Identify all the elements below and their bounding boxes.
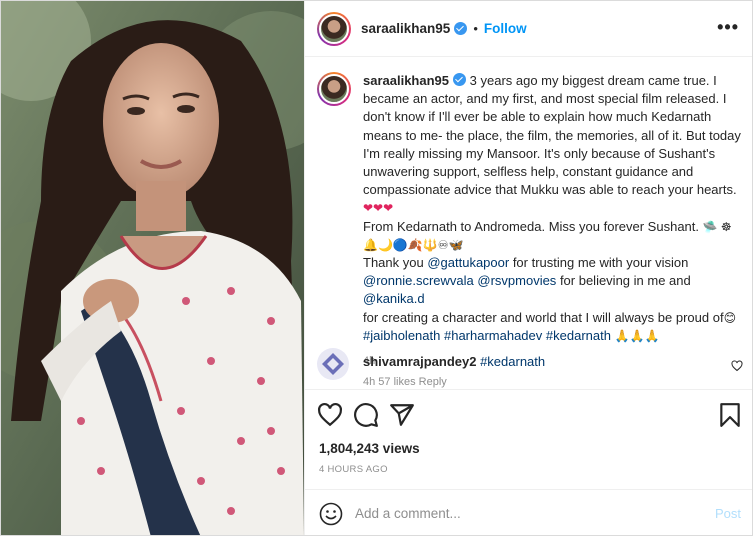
verified-icon [453,73,467,86]
hashtag-kedarnath[interactable]: #kedarnath [546,328,611,343]
caption-thanks: Thank you [363,255,424,271]
pray-emoji: 🙏🙏🙏 [614,328,660,343]
smile-icon[interactable] [319,502,343,526]
post-video-frame [1,1,304,535]
post-time[interactable]: 4 HOURS AGO [319,464,388,475]
view-count[interactable]: 1,804,243 views [319,441,420,456]
like-icon[interactable] [317,402,343,428]
author-username[interactable]: saraalikhan95 [361,21,450,36]
caption-username[interactable]: saraalikhan95 [363,73,449,88]
comment-text: shivamrajpandey2 #kedarnath [363,354,545,369]
comments-section[interactable]: saraalikhan95 3 years ago my biggest dre… [305,58,752,388]
heart-emoji: ❤❤❤ [363,201,394,216]
caption-paragraph-2: From Kedarnath to Andromeda. Miss you fo… [363,218,700,234]
comment-icon[interactable] [353,402,379,428]
comment-input[interactable] [355,500,675,526]
caption-text-believing: for believing in me and [559,273,691,289]
verified-icon [454,22,468,35]
hashtag-kedarnath-comment[interactable]: #kedarnath [480,354,545,369]
commenter-username[interactable]: shivamrajpandey2 [363,354,476,369]
caption-text-proud: for creating a character and world that … [363,309,724,325]
mention-kanika-d[interactable]: @kanika.d [363,291,425,306]
caption-text: saraalikhan95 3 years ago my biggest dre… [363,72,743,345]
add-comment-bar: Post [305,489,752,535]
post-button[interactable]: Post [715,506,741,521]
mention-rsvpmovies[interactable]: @rsvpmovies [477,273,556,288]
post-modal: saraalikhan95 • Follow ••• saraalikhan95… [0,0,753,536]
post-header: saraalikhan95 • Follow ••• [305,1,752,57]
caption-text-vision: for trusting me with your vision [512,255,689,271]
caption: saraalikhan95 3 years ago my biggest dre… [317,72,747,367]
hashtag-jaibholenath[interactable]: #jaibholenath [363,328,440,343]
share-icon[interactable] [389,402,415,428]
commenter-avatar[interactable] [317,348,349,380]
mention-gattukapoor[interactable]: @gattukapoor [427,255,509,270]
header-separator: • [473,21,478,36]
follow-button[interactable]: Follow [484,21,527,36]
comment-like-icon[interactable] [731,360,743,372]
post-actions [305,389,752,439]
mention-ronnie-screwvala[interactable]: @ronnie.screwvala [363,273,474,288]
comment-item: shivamrajpandey2 #kedarnath 4h 57 likes … [317,348,747,388]
post-side-panel: saraalikhan95 • Follow ••• saraalikhan95… [304,1,752,535]
more-options-icon[interactable]: ••• [717,18,739,36]
post-media[interactable] [1,1,304,535]
emoji-group-1: 🛸 ☸ [702,219,732,234]
comment-meta[interactable]: 4h 57 likes Reply [363,376,447,388]
hashtag-harharmahadev[interactable]: #harharmahadev [444,328,542,343]
caption-avatar[interactable] [317,72,351,106]
author-avatar[interactable] [317,11,351,46]
caption-paragraph-1: 3 years ago my biggest dream came true. … [363,73,741,198]
proud-emoji: 😊 [723,310,737,325]
save-icon[interactable] [717,402,743,428]
emoji-group-2: 🔔🌙🔵🍂🔱♾🦋 [363,237,464,252]
